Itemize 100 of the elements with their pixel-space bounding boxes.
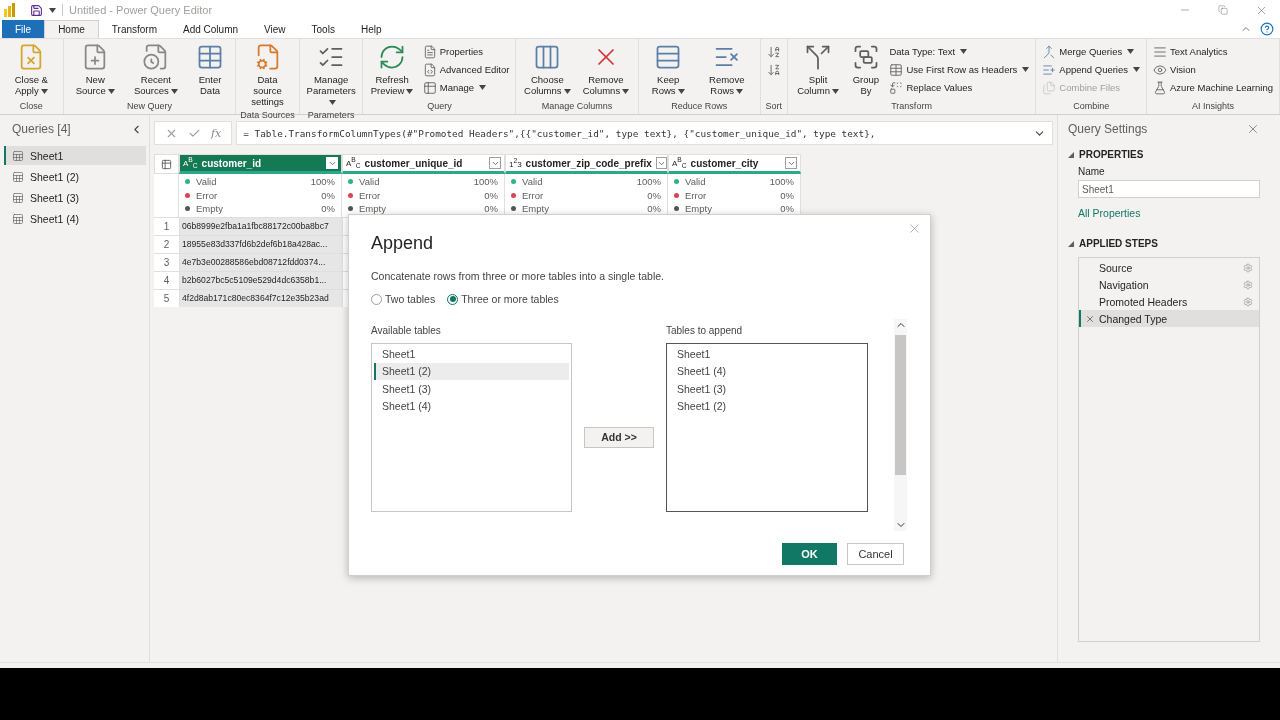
column-header[interactable]: A$^{B}$$_{C}$ customer_id — [179, 154, 342, 174]
column-header[interactable]: 1$^{2}$3 customer_zip_code_prefix — [505, 154, 668, 174]
list-item[interactable]: Sheet1 (3) — [669, 380, 865, 398]
ribbon-button[interactable]: Data source settings — [239, 41, 296, 109]
close-icon[interactable] — [1246, 122, 1260, 136]
help-icon[interactable] — [1260, 22, 1274, 36]
caret-icon — [831, 89, 839, 94]
quality-label: Empty — [522, 203, 550, 215]
group-label: Combine — [1072, 100, 1111, 113]
ribbon-tab[interactable]: Help — [347, 20, 395, 38]
ribbon-button[interactable]: Manage — [419, 79, 513, 96]
ribbon-button[interactable]: Remove Rows — [696, 41, 757, 98]
ribbon-button[interactable]: Append Queries — [1039, 61, 1143, 78]
query-item[interactable]: Sheet1 — [4, 146, 146, 165]
ribbon-button[interactable]: Group By — [847, 41, 885, 98]
flask-icon — [1153, 80, 1167, 95]
ribbon-button[interactable]: Use First Row as Headers — [886, 61, 1033, 78]
ribbon-button[interactable]: Refresh Preview — [366, 41, 418, 98]
ribbon-button[interactable]: Keep Rows — [641, 41, 695, 98]
ribbon-tab[interactable]: Home — [44, 20, 99, 38]
table-menu-button[interactable] — [154, 154, 179, 174]
filter-button[interactable] — [489, 157, 501, 169]
quality-value: 0% — [321, 189, 335, 201]
ribbon-button[interactable]: Text Analytics — [1150, 43, 1276, 60]
save-icon[interactable] — [30, 3, 43, 17]
ribbon-tab[interactable]: Add Column — [170, 20, 252, 38]
ribbon-button[interactable]: Remove Columns — [577, 41, 635, 98]
dialog-description: Concatenate rows from three or more tables into a single table. — [371, 270, 665, 282]
filter-button[interactable] — [785, 157, 797, 169]
filter-button[interactable] — [655, 157, 667, 169]
ribbon-button[interactable]: Recent Sources — [125, 41, 186, 98]
add-button[interactable]: Add >> — [584, 426, 654, 448]
ribbon-button[interactable]: Split Column — [790, 41, 846, 98]
collapse-icon[interactable] — [1068, 151, 1074, 158]
caret-icon — [479, 85, 487, 90]
radio-button[interactable] — [371, 293, 382, 305]
scroll-thumb[interactable] — [895, 335, 906, 475]
ribbon-button[interactable]: Azure Machine Learning — [1150, 79, 1276, 96]
caret-icon — [328, 100, 336, 105]
quality-label: Empty — [685, 203, 713, 215]
caret-icon[interactable] — [49, 7, 56, 13]
quality-label: Valid — [522, 176, 544, 188]
list-item[interactable]: Sheet1 (2) — [374, 362, 569, 380]
query-item[interactable]: Sheet1 (2) — [4, 167, 146, 186]
file-tab[interactable]: File — [2, 20, 45, 38]
name-field[interactable]: Sheet1 — [1078, 180, 1260, 198]
column-header[interactable]: A$^{B}$$_{C}$ customer_city — [668, 154, 801, 174]
radio-button[interactable] — [447, 293, 459, 305]
function-button[interactable]: fx — [211, 126, 222, 140]
ribbon-button[interactable]: New Source — [66, 41, 124, 98]
delete-icon[interactable] — [1085, 313, 1095, 324]
ribbon-tab[interactable]: Tools — [298, 20, 348, 38]
cancel-button[interactable]: Cancel — [847, 543, 904, 565]
tables-to-append-list[interactable]: Sheet1 Sheet1 (4) Sheet1 (3) Sheet1 (2) — [666, 343, 868, 512]
ribbon-button[interactable]: Advanced Editor — [419, 61, 513, 78]
all-properties-link[interactable]: All Properties — [1078, 207, 1260, 219]
table-icon — [12, 212, 24, 225]
gear-icon[interactable] — [1243, 262, 1253, 273]
list-item[interactable]: Sheet1 — [669, 345, 865, 363]
ribbon-button[interactable]: Data Type: Text — [886, 43, 1033, 60]
gear-icon[interactable] — [1243, 296, 1253, 307]
group-label: Transform — [890, 100, 933, 113]
ribbon-button[interactable]: Vision — [1150, 61, 1276, 78]
radio-option[interactable]: Three or more tables — [447, 293, 559, 305]
files-icon — [1042, 80, 1057, 95]
collapse-icon[interactable] — [1068, 240, 1074, 247]
gear-icon[interactable] — [1243, 279, 1253, 290]
ok-button[interactable]: OK — [782, 543, 837, 565]
group-label: Query — [426, 100, 453, 113]
ribbon-button[interactable]: Enter Data — [187, 41, 233, 98]
ribbon-button[interactable]: Properties — [419, 43, 513, 60]
scrollbar[interactable] — [894, 319, 907, 531]
group-label: Manage Columns — [540, 100, 614, 113]
list-item[interactable]: Sheet1 — [374, 345, 569, 363]
applied-step[interactable]: Changed Type — [1079, 310, 1259, 327]
applied-step[interactable]: Source — [1079, 259, 1259, 276]
quality-label: Empty — [196, 203, 224, 215]
query-item[interactable]: Sheet1 (3) — [4, 188, 146, 207]
list-item[interactable]: Sheet1 (4) — [669, 362, 865, 380]
applied-step[interactable]: Navigation — [1079, 276, 1259, 293]
column-header[interactable]: A$^{B}$$_{C}$ customer_unique_id — [342, 154, 505, 174]
formula-field[interactable]: = Table.TransformColumnTypes(#"Promoted Headers",{{"customer_id", type text}, {"customer_unique_id", type text}, — [236, 121, 1053, 145]
ribbon-tab[interactable]: Transform — [98, 20, 170, 38]
field-label: Name — [1078, 166, 1106, 177]
ribbon-button[interactable]: Replace Values — [886, 79, 1033, 96]
ribbon-button[interactable]: Choose Columns — [519, 41, 576, 98]
eye-icon — [1153, 62, 1167, 77]
radio-option[interactable]: Two tables — [371, 293, 436, 305]
applied-step[interactable]: Promoted Headers — [1079, 293, 1259, 310]
list-item[interactable]: Sheet1 (2) — [669, 397, 865, 415]
list-item[interactable]: Sheet1 (3) — [374, 380, 569, 398]
quality-label: Valid — [196, 176, 218, 188]
ribbon-button[interactable]: Merge Queries — [1039, 43, 1143, 60]
list-item[interactable]: Sheet1 (4) — [374, 397, 569, 415]
available-tables-list[interactable]: Sheet1 Sheet1 (2) Sheet1 (3) Sheet1 (4) — [371, 343, 572, 512]
ribbon-button[interactable]: Close & Apply — [3, 41, 60, 98]
query-item[interactable]: Sheet1 (4) — [4, 209, 146, 228]
ribbon-button[interactable]: Manage Parameters — [302, 41, 360, 109]
type-tag[interactable]: 1$^{2}$3 — [509, 157, 522, 169]
ribbon-tab[interactable]: View — [251, 20, 299, 38]
